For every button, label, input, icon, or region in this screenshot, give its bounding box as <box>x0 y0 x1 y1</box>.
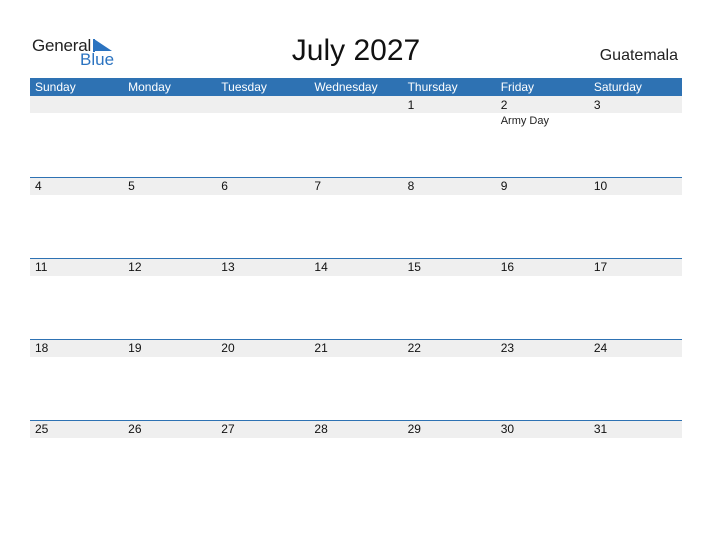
day-cell: 10 <box>589 177 682 257</box>
day-number: 23 <box>500 341 515 355</box>
week-row: 18 19 20 21 22 23 24 <box>30 339 682 419</box>
week-cells: 4 5 6 7 8 9 10 <box>30 177 682 257</box>
day-number: 16 <box>500 260 515 274</box>
day-number: 26 <box>128 422 142 436</box>
day-number: 18 <box>35 341 49 355</box>
day-number: 11 <box>35 260 48 274</box>
day-number: 6 <box>221 179 228 193</box>
day-number: 7 <box>314 179 322 193</box>
day-cell <box>309 96 402 176</box>
day-cell: 23 <box>496 339 589 419</box>
day-cell: 15 <box>403 258 496 338</box>
day-number: 21 <box>314 341 328 355</box>
week-cells: 18 19 20 21 22 23 24 <box>30 339 682 419</box>
day-cell: 7 <box>309 177 402 257</box>
day-cell <box>30 96 123 176</box>
day-number: 27 <box>221 422 235 436</box>
day-cell: 21 <box>309 339 402 419</box>
day-cell: 8 <box>403 177 496 257</box>
day-cell: 30 <box>496 420 589 500</box>
day-number: 15 <box>407 260 421 274</box>
day-number: 10 <box>593 179 608 193</box>
day-number: 1 <box>407 98 415 112</box>
day-number: 30 <box>500 422 515 436</box>
day-number: 20 <box>221 341 235 355</box>
weekday-sunday: Sunday <box>35 80 76 94</box>
week-row: 25 26 27 28 29 30 31 <box>30 420 682 500</box>
day-cell: 28 <box>309 420 402 500</box>
day-cell: 5 <box>123 177 216 257</box>
day-cell: 31 <box>589 420 682 500</box>
day-number: 22 <box>407 341 421 355</box>
day-number: 4 <box>35 179 42 193</box>
day-cell <box>216 96 309 176</box>
day-cell: 3 <box>589 96 682 176</box>
holiday-label: Army Day <box>500 115 549 127</box>
weekday-wednesday: Wednesday <box>314 80 378 94</box>
day-cell: 1 <box>403 96 496 176</box>
day-number: 9 <box>500 179 508 193</box>
day-cell: 11 <box>30 258 123 338</box>
day-cell: 17 <box>589 258 682 338</box>
day-cell: 6 <box>216 177 309 257</box>
day-cell: 13 <box>216 258 309 338</box>
day-number: 8 <box>407 179 415 193</box>
day-number: 2 <box>500 98 508 112</box>
weekday-tuesday: Tuesday <box>221 80 267 94</box>
day-number: 25 <box>35 422 49 436</box>
day-cell: 16 <box>496 258 589 338</box>
day-cell: 29 <box>403 420 496 500</box>
weekday-monday: Monday <box>128 80 171 94</box>
day-number: 17 <box>593 260 608 274</box>
week-cells: 11 12 13 14 15 16 17 <box>30 258 682 338</box>
day-cell: 20 <box>216 339 309 419</box>
day-cell: 18 <box>30 339 123 419</box>
weekday-header: Sunday Monday Tuesday Wednesday Thursday… <box>30 78 682 96</box>
day-cell: 25 <box>30 420 123 500</box>
day-number: 24 <box>593 341 608 355</box>
day-number: 28 <box>314 422 328 436</box>
week-cells: 1 2 Army Day 3 <box>30 96 682 176</box>
day-number: 19 <box>128 341 142 355</box>
day-number: 3 <box>593 98 601 112</box>
day-number: 13 <box>221 260 235 274</box>
weekday-friday: Friday <box>500 80 535 94</box>
week-cells: 25 26 27 28 29 30 31 <box>30 420 682 500</box>
day-number: 5 <box>128 179 135 193</box>
day-cell: 22 <box>403 339 496 419</box>
week-row: 4 5 6 7 8 9 10 <box>30 177 682 257</box>
day-cell: 27 <box>216 420 309 500</box>
day-number: 31 <box>593 422 608 436</box>
day-number: 29 <box>407 422 421 436</box>
day-cell: 19 <box>123 339 216 419</box>
week-row: 1 2 Army Day 3 <box>30 96 682 176</box>
day-cell <box>123 96 216 176</box>
day-cell: 2 Army Day <box>496 96 589 176</box>
day-cell: 24 <box>589 339 682 419</box>
day-cell: 9 <box>496 177 589 257</box>
day-number: 12 <box>128 260 142 274</box>
weekday-thursday: Thursday <box>407 80 458 94</box>
day-cell: 26 <box>123 420 216 500</box>
day-cell: 14 <box>309 258 402 338</box>
day-cell: 12 <box>123 258 216 338</box>
day-cell: 4 <box>30 177 123 257</box>
country-label: Guatemala <box>599 47 678 64</box>
week-row: 11 12 13 14 15 16 17 <box>30 258 682 338</box>
day-number: 14 <box>314 260 328 274</box>
weekday-saturday: Saturday <box>593 80 642 94</box>
